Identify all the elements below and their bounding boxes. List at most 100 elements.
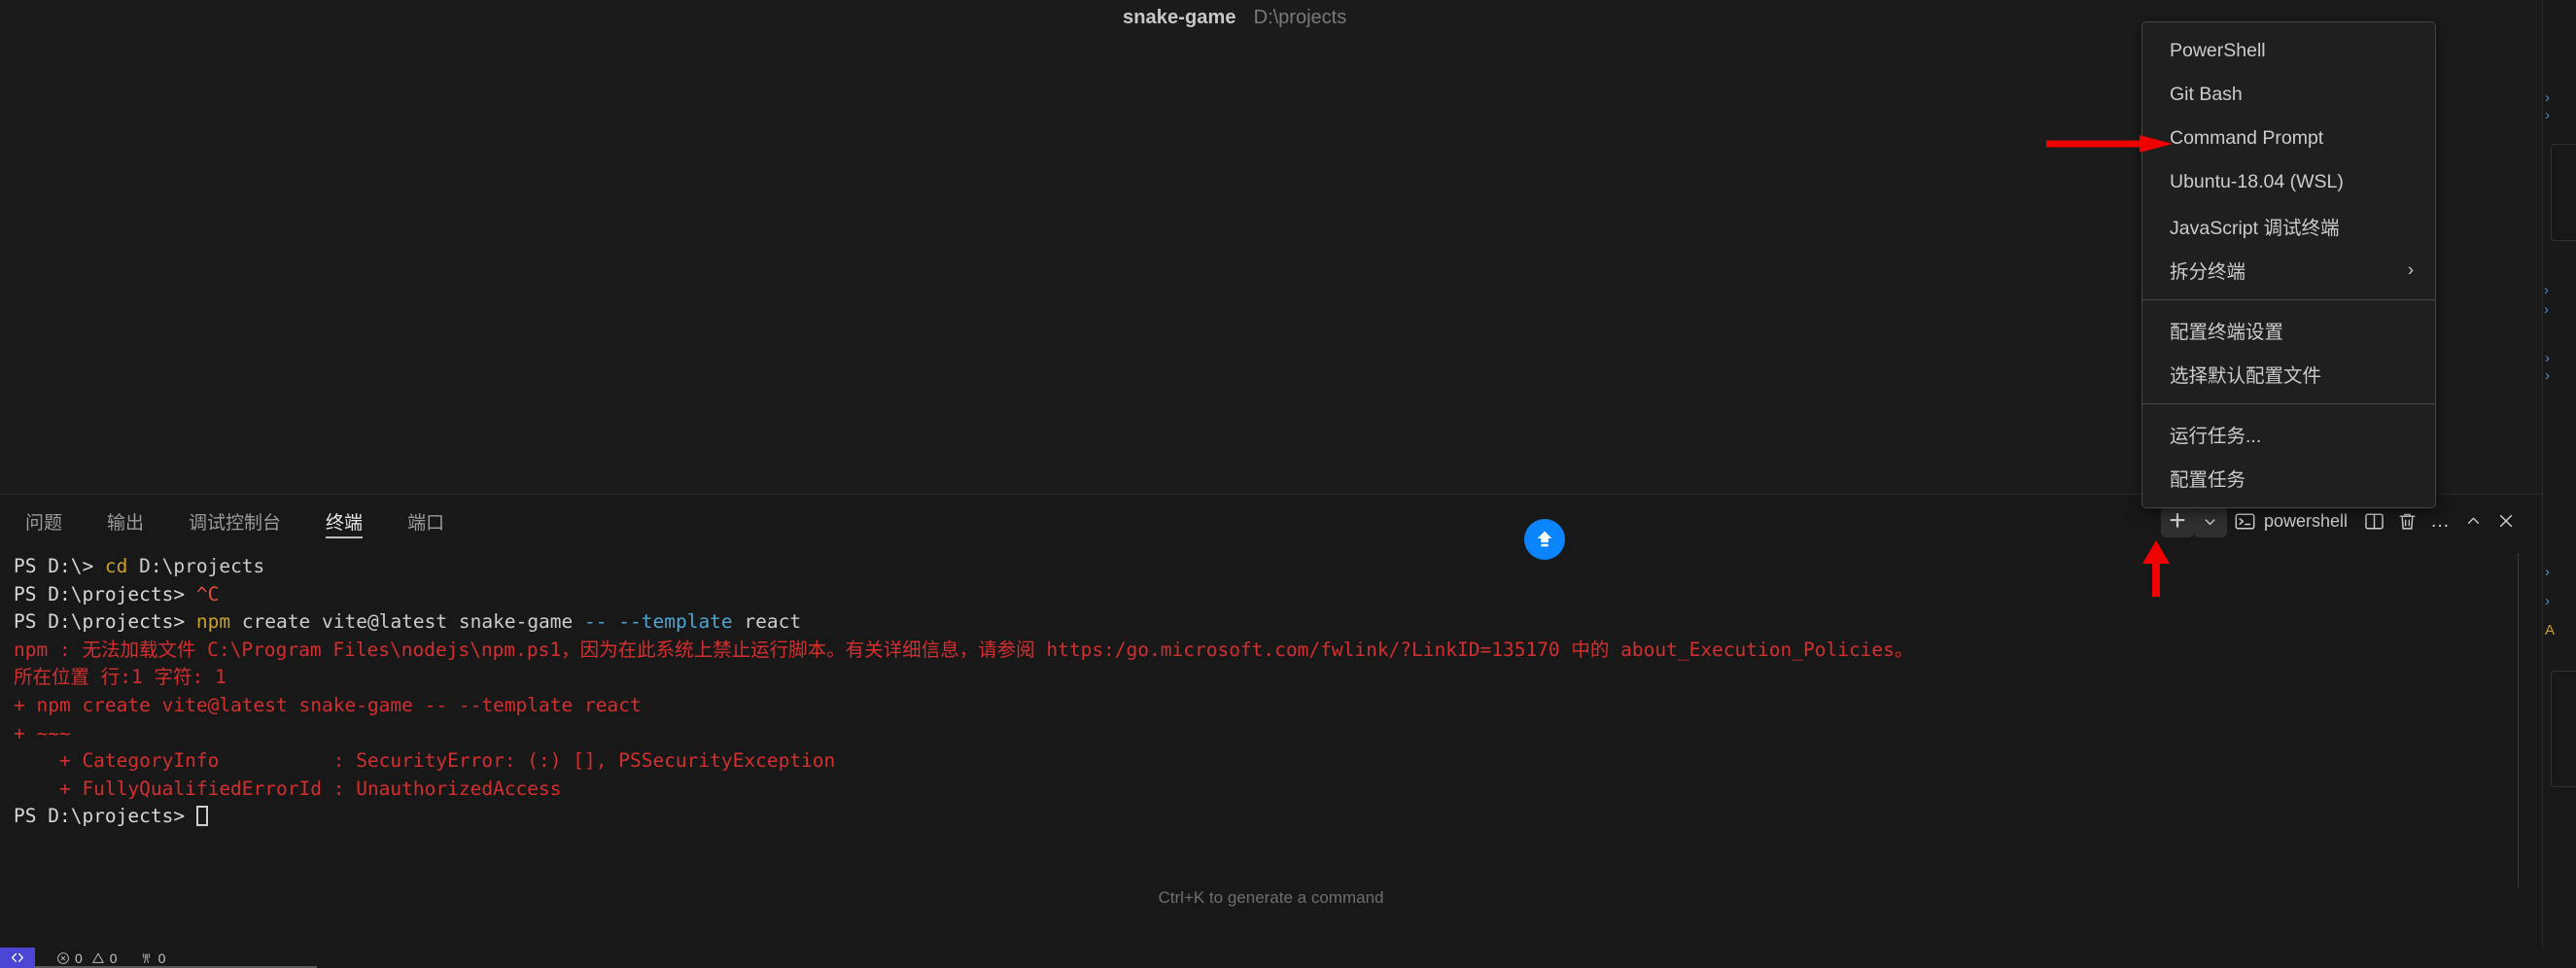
tab-output[interactable]: 输出	[87, 495, 163, 547]
terminal-line: + npm create vite@latest snake-game -- -…	[14, 692, 2542, 720]
menu-item-ubuntu-wsl[interactable]: Ubuntu-18.04 (WSL)	[2142, 160, 2435, 204]
breadcrumb[interactable]: snake-game D:\projects	[1123, 3, 1346, 32]
terminal-text: npm : 无法加载文件 C:\Program Files\nodejs\npm…	[14, 638, 1914, 661]
terminal-text: D:\projects	[127, 555, 265, 577]
menu-item-label: 拆分终端	[2170, 261, 2246, 283]
maximize-panel-button[interactable]	[2456, 504, 2489, 537]
menu-group-settings: 配置终端设置 选择默认配置文件	[2142, 308, 2435, 396]
rail-text-fragment: ›	[2545, 564, 2550, 580]
menu-item-javascript-debug-terminal[interactable]: JavaScript 调试终端	[2142, 204, 2435, 248]
tab-ports[interactable]: 端口	[388, 495, 464, 547]
menu-item-command-prompt[interactable]: Command Prompt	[2142, 117, 2435, 160]
menu-item-label: PowerShell	[2170, 40, 2266, 61]
terminal-text: PS D:\projects>	[14, 582, 196, 605]
terminal-profile-dropdown[interactable]: PowerShell Git Bash Command Prompt Ubunt…	[2141, 21, 2436, 508]
terminal-text: 所在位置 行:1 字符: 1	[14, 666, 226, 689]
terminal-generate-hint: Ctrl+K to generate a command	[1158, 888, 1384, 907]
menu-item-label: 选择默认配置文件	[2170, 365, 2322, 387]
menu-item-configure-task[interactable]: 配置任务	[2142, 456, 2435, 500]
kill-terminal-button[interactable]	[2390, 504, 2423, 537]
copilot-upload-badge[interactable]	[1524, 519, 1565, 560]
menu-item-label: Git Bash	[2170, 84, 2243, 105]
terminal-text: + ~~~	[14, 721, 71, 744]
menu-divider	[2142, 299, 2435, 300]
error-icon	[56, 951, 70, 965]
breadcrumb-path[interactable]: D:\projects	[1254, 7, 1347, 29]
tab-label: 端口	[407, 512, 445, 534]
rail-text-fragment: ›	[2545, 593, 2550, 609]
terminal-line: PS D:\projects>	[14, 803, 2542, 831]
tab-terminal[interactable]: 终端	[306, 495, 382, 547]
tab-problems[interactable]: 问题	[6, 495, 82, 547]
terminal-text: cd	[104, 555, 128, 577]
tab-label: 输出	[107, 512, 145, 534]
terminal-text: PS D:\projects>	[14, 610, 196, 634]
rail-text-fragment: ›	[2544, 301, 2549, 318]
terminal-icon	[2235, 511, 2255, 532]
tab-debug-console[interactable]: 调试控制台	[169, 495, 300, 547]
terminal-text: ^C	[195, 582, 220, 605]
new-terminal-button[interactable]: +	[2160, 504, 2194, 537]
trash-icon	[2397, 511, 2418, 532]
menu-divider	[2142, 403, 2435, 404]
upload-arrow-icon	[1533, 528, 1556, 551]
more-actions-button[interactable]: …	[2423, 504, 2456, 537]
remote-window-button[interactable]	[0, 948, 35, 968]
menu-item-git-bash[interactable]: Git Bash	[2142, 73, 2435, 117]
ports-count: 0	[157, 950, 166, 966]
terminal-scrollbar[interactable]	[2518, 553, 2519, 888]
warning-icon	[91, 951, 105, 965]
status-bar: 0 0 0	[0, 948, 2576, 968]
vscode-window: snake-game D:\projects PowerShell Git Ba…	[0, 0, 2576, 968]
rail-text-fragment: ›	[2545, 350, 2550, 366]
tab-label: 调试控制台	[189, 512, 282, 534]
close-panel-button[interactable]	[2489, 504, 2523, 537]
terminal-line: PS D:\projects> npm create vite@latest s…	[14, 608, 2542, 637]
terminal-text: + FullyQualifiedErrorId : UnauthorizedAc…	[14, 777, 562, 800]
menu-item-label: Ubuntu-18.04 (WSL)	[2170, 171, 2344, 192]
annotation-arrow-up	[2142, 540, 2170, 597]
close-icon	[2497, 512, 2515, 530]
menu-group-profiles: PowerShell Git Bash Command Prompt Ubunt…	[2142, 29, 2435, 292]
tab-label: 问题	[25, 512, 63, 534]
rail-text-fragment: ›	[2545, 107, 2550, 123]
rail-panel-frame	[2551, 144, 2576, 241]
right-sidebar-cutoff: › › › › › › › › A	[2542, 0, 2576, 948]
tab-label: 终端	[326, 512, 364, 534]
active-terminal-chip[interactable]: powershell	[2227, 504, 2357, 537]
menu-item-powershell[interactable]: PowerShell	[2142, 29, 2435, 73]
annotation-arrow-right	[2046, 135, 2173, 153]
menu-group-tasks: 运行任务... 配置任务	[2142, 412, 2435, 500]
breadcrumb-project[interactable]: snake-game	[1123, 7, 1236, 29]
terminal-line: 所在位置 行:1 字符: 1	[14, 664, 2542, 692]
menu-item-label: Command Prompt	[2170, 127, 2324, 149]
warning-count: 0	[109, 950, 118, 966]
split-terminal-button[interactable]	[2357, 504, 2390, 537]
terminal-line: + ~~~	[14, 720, 2542, 748]
terminal-text: + CategoryInfo : SecurityError: (:) [], …	[14, 749, 836, 773]
plus-icon: +	[2169, 504, 2186, 536]
new-terminal-profile-dropdown-button[interactable]	[2193, 504, 2227, 537]
split-terminal-icon	[2364, 511, 2385, 532]
rail-panel-frame	[2551, 671, 2576, 787]
terminal-text: PS D:\>	[14, 555, 105, 577]
terminal-line: + FullyQualifiedErrorId : UnauthorizedAc…	[14, 776, 2542, 804]
menu-item-label: 配置终端设置	[2170, 322, 2284, 343]
chevron-up-icon	[2465, 513, 2482, 530]
menu-item-select-default-profile[interactable]: 选择默认配置文件	[2142, 352, 2435, 396]
chevron-down-icon	[2203, 514, 2217, 529]
problems-status[interactable]: 0 0	[56, 951, 118, 966]
terminal-cursor	[195, 806, 208, 827]
terminal-line: + CategoryInfo : SecurityError: (:) [], …	[14, 747, 2542, 776]
menu-item-run-task[interactable]: 运行任务...	[2142, 412, 2435, 456]
active-terminal-name: powershell	[2263, 510, 2348, 531]
menu-item-configure-terminal-settings[interactable]: 配置终端设置	[2142, 308, 2435, 352]
ellipsis-icon: …	[2430, 509, 2450, 532]
rail-text-fragment: A	[2545, 622, 2556, 639]
menu-item-label: 运行任务...	[2170, 426, 2262, 447]
menu-item-split-terminal[interactable]: 拆分终端 ›	[2142, 248, 2435, 292]
rail-text-fragment: ›	[2544, 282, 2549, 298]
ports-status[interactable]: 0	[139, 950, 166, 966]
terminal-text: react	[732, 610, 802, 634]
